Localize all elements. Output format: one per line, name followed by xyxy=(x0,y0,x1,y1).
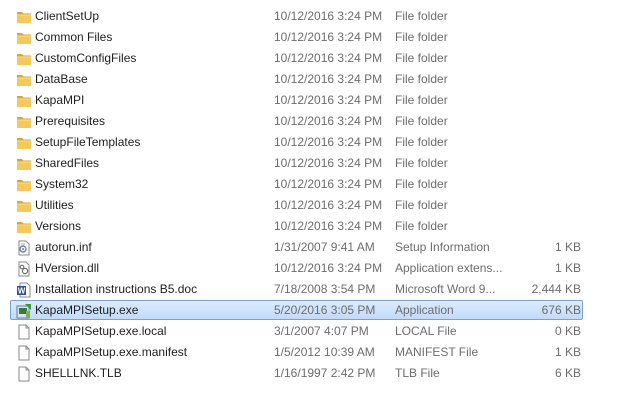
blank-file-icon xyxy=(16,324,32,340)
file-size: 2,444 KB xyxy=(531,282,581,296)
folder-icon xyxy=(16,72,32,88)
file-row-kapampi[interactable]: KapaMPI 10/12/2016 3:24 PM File folder xyxy=(0,90,619,111)
folder-icon xyxy=(16,30,32,46)
file-name: SHELLLNK.TLB xyxy=(35,366,122,380)
file-size: 0 KB xyxy=(554,324,581,338)
word-doc-icon: W xyxy=(16,282,32,298)
file-row-sharedfiles[interactable]: SharedFiles 10/12/2016 3:24 PM File fold… xyxy=(0,153,619,174)
file-date-modified: 10/12/2016 3:24 PM xyxy=(274,114,383,128)
file-row-kapampisetup-exe[interactable]: KapaMPISetup.exe 5/20/2016 3:05 PM Appli… xyxy=(0,300,619,321)
folder-icon xyxy=(16,135,32,151)
folder-icon xyxy=(16,9,32,25)
file-date-modified: 1/16/1997 2:42 PM xyxy=(274,366,376,380)
file-date-modified: 1/31/2007 9:41 AM xyxy=(274,240,375,254)
file-name: DataBase xyxy=(35,72,88,86)
file-name: autorun.inf xyxy=(35,240,92,254)
dll-icon xyxy=(16,261,32,277)
file-date-modified: 10/12/2016 3:24 PM xyxy=(274,219,383,233)
file-name: Installation instructions B5.doc xyxy=(35,282,198,296)
file-name: System32 xyxy=(35,177,89,191)
file-type: File folder xyxy=(395,30,448,44)
file-size: 1 KB xyxy=(554,345,581,359)
file-date-modified: 10/12/2016 3:24 PM xyxy=(274,93,383,107)
file-date-modified: 10/12/2016 3:24 PM xyxy=(274,156,383,170)
file-row-customconfigfiles[interactable]: CustomConfigFiles 10/12/2016 3:24 PM Fil… xyxy=(0,48,619,69)
file-name: KapaMPISetup.exe xyxy=(35,303,139,317)
file-date-modified: 10/12/2016 3:24 PM xyxy=(274,135,383,149)
folder-icon xyxy=(16,51,32,67)
file-name: Utilities xyxy=(35,198,74,212)
file-row-prerequisites[interactable]: Prerequisites 10/12/2016 3:24 PM File fo… xyxy=(0,111,619,132)
file-size: 1 KB xyxy=(554,261,581,275)
file-name: Prerequisites xyxy=(35,114,106,128)
file-type: File folder xyxy=(395,72,448,86)
file-date-modified: 5/20/2016 3:05 PM xyxy=(274,303,376,317)
file-name: KapaMPISetup.exe.local xyxy=(35,324,167,338)
file-type: Microsoft Word 9... xyxy=(395,282,496,296)
svg-text:W: W xyxy=(18,287,26,296)
file-size: 6 KB xyxy=(554,366,581,380)
file-row-installation-instructions-doc[interactable]: W Installation instructions B5.doc 7/18/… xyxy=(0,279,619,300)
file-type: File folder xyxy=(395,198,448,212)
file-row-system32[interactable]: System32 10/12/2016 3:24 PM File folder xyxy=(0,174,619,195)
folder-icon xyxy=(16,93,32,109)
setup-info-icon xyxy=(16,240,32,256)
file-date-modified: 3/1/2007 4:07 PM xyxy=(274,324,369,338)
file-type: File folder xyxy=(395,51,448,65)
file-type: File folder xyxy=(395,9,448,23)
file-type: File folder xyxy=(395,135,448,149)
setup-exe-icon xyxy=(16,303,32,319)
file-type: File folder xyxy=(395,177,448,191)
file-row-database[interactable]: DataBase 10/12/2016 3:24 PM File folder xyxy=(0,69,619,90)
file-size: 676 KB xyxy=(541,303,581,317)
file-date-modified: 10/12/2016 3:24 PM xyxy=(274,9,383,23)
file-row-clientsetup[interactable]: ClientSetUp 10/12/2016 3:24 PM File fold… xyxy=(0,6,619,27)
file-type: Application xyxy=(395,303,454,317)
file-name: ClientSetUp xyxy=(35,9,100,23)
file-type: LOCAL File xyxy=(395,324,457,338)
file-name: SetupFileTemplates xyxy=(35,135,141,149)
file-date-modified: 1/5/2012 10:39 AM xyxy=(274,345,375,359)
folder-icon xyxy=(16,219,32,235)
file-row-common-files[interactable]: Common Files 10/12/2016 3:24 PM File fol… xyxy=(0,27,619,48)
file-date-modified: 10/12/2016 3:24 PM xyxy=(274,261,383,275)
file-type: Setup Information xyxy=(395,240,490,254)
file-date-modified: 10/12/2016 3:24 PM xyxy=(274,198,383,212)
file-row-shelllnk-tlb[interactable]: SHELLLNK.TLB 1/16/1997 2:42 PM TLB File … xyxy=(0,363,619,384)
file-type: Application extens... xyxy=(395,261,503,275)
blank-file-icon xyxy=(16,345,32,361)
file-row-setupfiletemplates[interactable]: SetupFileTemplates 10/12/2016 3:24 PM Fi… xyxy=(0,132,619,153)
file-type: File folder xyxy=(395,114,448,128)
folder-icon xyxy=(16,198,32,214)
file-date-modified: 10/12/2016 3:24 PM xyxy=(274,30,383,44)
file-type: MANIFEST File xyxy=(395,345,479,359)
file-type: File folder xyxy=(395,156,448,170)
file-name: Common Files xyxy=(35,30,113,44)
file-date-modified: 10/12/2016 3:24 PM xyxy=(274,72,383,86)
file-row-autorun-inf[interactable]: autorun.inf 1/31/2007 9:41 AM Setup Info… xyxy=(0,237,619,258)
file-row-versions[interactable]: Versions 10/12/2016 3:24 PM File folder xyxy=(0,216,619,237)
file-name: KapaMPISetup.exe.manifest xyxy=(35,345,188,359)
file-date-modified: 7/18/2008 3:54 PM xyxy=(274,282,376,296)
file-date-modified: 10/12/2016 3:24 PM xyxy=(274,51,383,65)
file-list: ClientSetUp 10/12/2016 3:24 PM File fold… xyxy=(0,6,619,384)
file-row-hversion-dll[interactable]: HVersion.dll 10/12/2016 3:24 PM Applicat… xyxy=(0,258,619,279)
folder-icon xyxy=(16,156,32,172)
file-name: HVersion.dll xyxy=(35,261,100,275)
file-name: Versions xyxy=(35,219,82,233)
file-row-utilities[interactable]: Utilities 10/12/2016 3:24 PM File folder xyxy=(0,195,619,216)
file-type: TLB File xyxy=(395,366,440,380)
file-date-modified: 10/12/2016 3:24 PM xyxy=(274,177,383,191)
folder-icon xyxy=(16,177,32,193)
file-name: KapaMPI xyxy=(35,93,85,107)
file-row-kapampisetup-exe-local[interactable]: KapaMPISetup.exe.local 3/1/2007 4:07 PM … xyxy=(0,321,619,342)
file-name: SharedFiles xyxy=(35,156,100,170)
blank-file-icon xyxy=(16,366,32,382)
folder-icon xyxy=(16,114,32,130)
file-type: File folder xyxy=(395,93,448,107)
file-size: 1 KB xyxy=(554,240,581,254)
file-type: File folder xyxy=(395,219,448,233)
file-name: CustomConfigFiles xyxy=(35,51,137,65)
file-row-kapampisetup-exe-manifest[interactable]: KapaMPISetup.exe.manifest 1/5/2012 10:39… xyxy=(0,342,619,363)
